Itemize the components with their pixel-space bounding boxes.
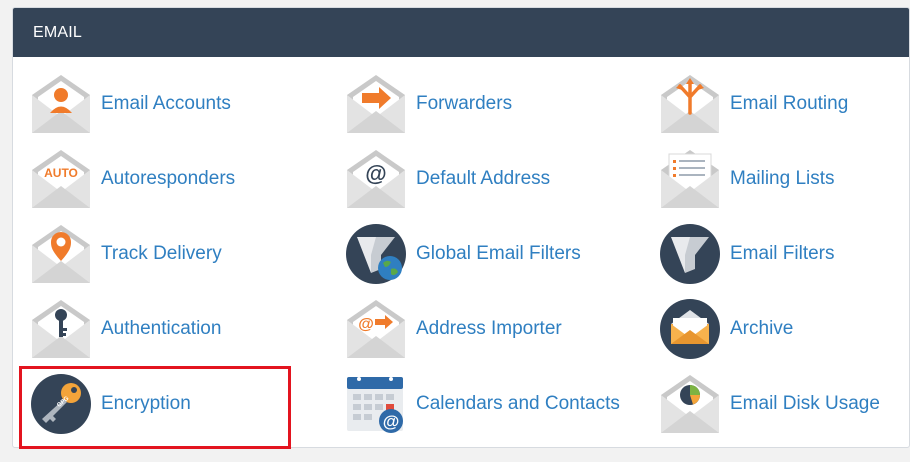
contacts-at-badge: @: [383, 412, 400, 431]
item-label: Autoresponders: [101, 168, 236, 189]
item-label: Email Accounts: [101, 93, 231, 114]
encryption-icon: GPG: [31, 374, 91, 434]
item-label: Default Address: [416, 168, 551, 189]
email-disk-usage-icon: [661, 375, 719, 433]
default-address-icon: @: [347, 150, 405, 208]
forwarders-link[interactable]: Forwarders: [345, 73, 512, 135]
track-delivery-icon: [32, 225, 90, 283]
authentication-link[interactable]: Authentication: [30, 298, 221, 360]
item-label: Track Delivery: [101, 243, 222, 264]
global-email-filters-link[interactable]: Global Email Filters: [345, 223, 581, 285]
item-label: Mailing Lists: [730, 168, 835, 189]
autoresponders-icon: AUTO: [32, 150, 90, 208]
address-importer-icon: @: [347, 300, 405, 358]
calendars-and-contacts-icon: @: [347, 377, 403, 433]
email-routing-link[interactable]: Email Routing: [659, 73, 848, 135]
item-label: Forwarders: [416, 93, 513, 114]
email-filters-link[interactable]: Email Filters: [659, 223, 835, 285]
email-routing-icon: [661, 75, 719, 133]
archive-icon: [660, 299, 720, 359]
item-label: Authentication: [101, 318, 222, 339]
global-email-filters-icon: [346, 224, 406, 284]
mailing-lists-link[interactable]: Mailing Lists: [659, 148, 835, 210]
item-label: Email Disk Usage: [730, 393, 880, 414]
email-disk-usage-link[interactable]: Email Disk Usage: [659, 373, 880, 435]
item-label: Email Filters: [730, 243, 835, 264]
archive-link[interactable]: Archive: [659, 298, 793, 360]
forwarders-icon: [347, 75, 405, 133]
auto-badge: AUTO: [44, 166, 78, 180]
track-delivery-link[interactable]: Track Delivery: [30, 223, 222, 285]
calendars-and-contacts-link[interactable]: @ Calendars and Contacts: [345, 373, 620, 435]
address-importer-link[interactable]: @ Address Importer: [345, 298, 562, 360]
section-header: EMAIL: [13, 8, 909, 57]
item-label: Email Routing: [730, 93, 849, 114]
email-accounts-icon: [32, 75, 90, 133]
item-label: Encryption: [101, 393, 191, 414]
item-label: Calendars and Contacts: [416, 393, 620, 414]
item-label: Address Importer: [416, 318, 562, 339]
section-title: EMAIL: [33, 23, 83, 41]
email-filters-icon: [660, 224, 720, 284]
autoresponders-link[interactable]: AUTO Autoresponders: [30, 148, 235, 210]
at-badge: @: [365, 161, 386, 186]
item-label: Archive: [730, 318, 794, 339]
encryption-link[interactable]: GPG Encryption: [30, 373, 191, 435]
item-label: Global Email Filters: [416, 243, 581, 264]
default-address-link[interactable]: @ Default Address: [345, 148, 550, 210]
mailing-lists-icon: [661, 150, 719, 208]
authentication-icon: [32, 300, 90, 358]
email-accounts-link[interactable]: Email Accounts: [30, 73, 231, 135]
importer-at-badge: @: [358, 316, 374, 333]
